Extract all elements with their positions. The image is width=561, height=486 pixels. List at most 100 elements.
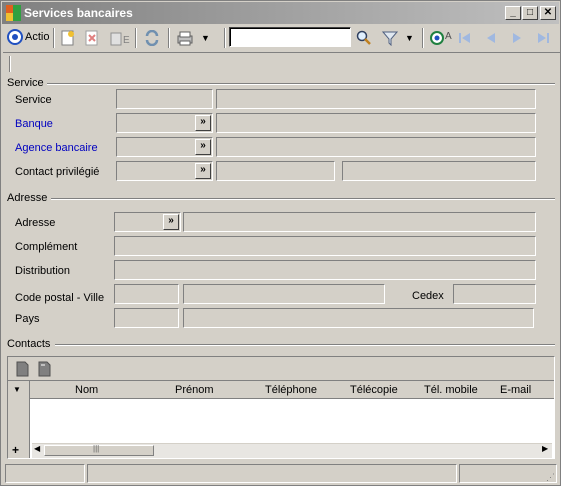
- double-chevron-down-icon: »: [168, 215, 174, 226]
- row-selector-icon[interactable]: ▼: [13, 385, 21, 394]
- refresh-icon: [430, 31, 444, 45]
- previous-record-button[interactable]: [481, 27, 501, 49]
- scrollbar-thumb[interactable]: |||: [44, 444, 154, 456]
- section-divider: [47, 83, 555, 85]
- action-button[interactable]: Actio: [5, 27, 51, 49]
- action-label: Actio: [25, 31, 50, 43]
- resize-grip-icon[interactable]: ⋰: [546, 472, 555, 483]
- code-postal-field[interactable]: [114, 284, 179, 304]
- svg-text:E: E: [123, 35, 130, 46]
- delete-icon: [85, 30, 98, 46]
- filter-dropdown-button[interactable]: ▼: [403, 27, 417, 49]
- service-label: Service: [15, 94, 52, 106]
- column-header-telecopie[interactable]: Télécopie: [350, 384, 398, 396]
- combo-dropdown-button[interactable]: »: [163, 214, 179, 230]
- adresse-label: Adresse: [15, 217, 56, 229]
- service-code-field[interactable]: [116, 89, 213, 109]
- contact-combo[interactable]: »: [116, 161, 213, 181]
- adresse-combo[interactable]: »: [114, 212, 181, 232]
- filter-button[interactable]: [379, 27, 401, 49]
- agence-name-field[interactable]: [216, 137, 536, 157]
- grid-row-header: ▼ +: [8, 381, 30, 458]
- column-header-prenom[interactable]: Prénom: [175, 384, 214, 396]
- add-row-button[interactable]: +: [12, 443, 19, 457]
- scroll-left-icon[interactable]: ◀: [34, 444, 40, 453]
- scroll-grip-icon: |||: [93, 444, 100, 453]
- delete-button[interactable]: [81, 27, 103, 49]
- adresse-field[interactable]: [183, 212, 536, 232]
- printer-icon: [177, 31, 193, 46]
- previous-record-icon: [487, 33, 495, 43]
- print-dropdown-button[interactable]: ▼: [199, 27, 213, 49]
- chevron-down-icon: ▼: [201, 33, 210, 43]
- contacts-grid[interactable]: ▼ + Nom Prénom Téléphone Télécopie Tél. …: [7, 356, 555, 459]
- toolbar-grip[interactable]: [9, 56, 11, 72]
- grid-new-icon[interactable]: [16, 361, 30, 377]
- sync-icon: [145, 30, 159, 46]
- column-header-email[interactable]: E-mail: [500, 384, 531, 396]
- section-divider: [55, 344, 555, 346]
- toolbar-separator: [168, 28, 170, 48]
- horizontal-scrollbar[interactable]: ◀ ||| ▶: [32, 443, 552, 458]
- pays-label: Pays: [15, 313, 40, 325]
- title-bar[interactable]: Services bancaires _ □ ✕: [2, 2, 559, 24]
- ville-field[interactable]: [183, 284, 385, 304]
- app-icon: [6, 5, 21, 21]
- toolbar-separator: [224, 28, 226, 48]
- next-record-icon: [513, 33, 521, 43]
- first-record-button[interactable]: [455, 27, 475, 49]
- status-bar: ⋰: [3, 463, 559, 484]
- action-circle-icon: [7, 29, 23, 45]
- combo-dropdown-button[interactable]: »: [195, 163, 211, 179]
- service-name-field[interactable]: [216, 89, 536, 109]
- cp-ville-label: Code postal - Ville: [15, 292, 105, 304]
- maximize-button[interactable]: □: [522, 6, 538, 20]
- agence-combo[interactable]: »: [116, 137, 213, 157]
- pays-code-field[interactable]: [114, 308, 179, 328]
- banque-name-field[interactable]: [216, 113, 536, 133]
- search-button[interactable]: [353, 27, 375, 49]
- section-title-service: Service: [7, 77, 44, 89]
- grid-header: Nom Prénom Téléphone Télécopie Tél. mobi…: [30, 381, 554, 399]
- scroll-right-icon[interactable]: ▶: [542, 444, 548, 453]
- double-chevron-down-icon: »: [200, 116, 206, 127]
- section-title-adresse: Adresse: [7, 192, 48, 204]
- banque-combo[interactable]: »: [116, 113, 213, 133]
- search-icon: [356, 30, 371, 45]
- toolbar-search-input[interactable]: [229, 27, 351, 47]
- close-button[interactable]: ✕: [540, 6, 556, 20]
- filter-icon: [382, 31, 398, 46]
- toolbar-separator: [53, 28, 55, 48]
- combo-dropdown-button[interactable]: »: [195, 115, 211, 131]
- sync-button[interactable]: [141, 27, 163, 49]
- new-button[interactable]: [57, 27, 79, 49]
- complement-field[interactable]: [114, 236, 536, 256]
- last-record-button[interactable]: [533, 27, 553, 49]
- secondary-toolbar: [3, 52, 560, 74]
- banque-label[interactable]: Banque: [15, 118, 53, 130]
- combo-dropdown-button[interactable]: »: [195, 139, 211, 155]
- grid-edit-icon[interactable]: [38, 361, 52, 377]
- contact-firstname-field[interactable]: [342, 161, 536, 181]
- status-cell: [5, 464, 85, 483]
- column-header-nom[interactable]: Nom: [75, 384, 98, 396]
- close-icon: ✕: [543, 7, 553, 18]
- cedex-field[interactable]: [453, 284, 536, 304]
- toolbar-separator: [422, 28, 424, 48]
- refresh-button[interactable]: A: [427, 27, 453, 49]
- agence-label[interactable]: Agence bancaire: [15, 142, 98, 154]
- maximize-icon: □: [526, 7, 534, 18]
- edit-icon: E: [110, 32, 130, 46]
- edit-button[interactable]: E: [107, 27, 133, 49]
- column-header-telephone[interactable]: Téléphone: [265, 384, 317, 396]
- contact-label: Contact privilégié: [15, 166, 100, 178]
- new-document-icon: [61, 30, 74, 46]
- cedex-label: Cedex: [412, 290, 444, 302]
- minimize-button[interactable]: _: [505, 6, 521, 20]
- next-record-button[interactable]: [507, 27, 527, 49]
- pays-name-field[interactable]: [183, 308, 534, 328]
- column-header-tel-mobile[interactable]: Tél. mobile: [424, 384, 478, 396]
- print-button[interactable]: [173, 27, 197, 49]
- distribution-field[interactable]: [114, 260, 536, 280]
- contact-name-field[interactable]: [216, 161, 335, 181]
